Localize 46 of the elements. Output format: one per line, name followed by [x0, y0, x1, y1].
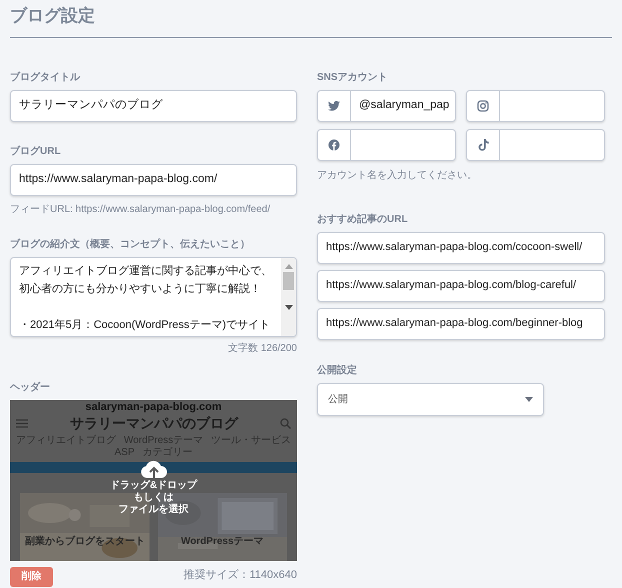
upload-text: ドラッグ&ドロップ [110, 480, 198, 492]
card-title: 副業からブログをスタート [24, 534, 145, 548]
scrollbar-thumb[interactable] [283, 272, 294, 290]
field-label: おすすめ記事のURL [317, 212, 409, 226]
menu-icon [16, 419, 28, 428]
field-label: ブログの紹介文（概要、コンセプト、伝えたいこと） [10, 237, 251, 252]
site-domain: salaryman-papa-blog.com [85, 400, 222, 414]
social-input-field[interactable]: @salaryman_pap [317, 90, 456, 122]
helper-text: フィードURL: https://www.salaryman-papa-blog.com/feed/ [10, 202, 272, 216]
upload-text: ファイルを選択 [118, 504, 188, 516]
social-input-field[interactable] [466, 90, 605, 122]
input-field[interactable]: https://www.salaryman-papa-blog.com/beginner-blog [317, 308, 605, 340]
text-line: 初心者の方にも分かりやすいように丁寧に解説！ [19, 282, 262, 296]
char-count: 文字数 126/200 [228, 342, 297, 356]
text-line: アフィリエイトブログ運営に関する記事が中心で、 [19, 264, 273, 278]
social-input-field[interactable] [466, 128, 605, 160]
field-label: ブログURL [10, 144, 62, 158]
scroll-down-icon[interactable] [284, 304, 292, 310]
social-input-field[interactable] [317, 128, 456, 160]
text-line: ・2021年5月：Cocoon(WordPressテーマ)でサイト [19, 318, 272, 332]
field-label: SNSアカウント [317, 70, 389, 84]
facebook-icon [328, 138, 340, 150]
input-field[interactable]: サラリーマンパパのブログ [10, 90, 297, 122]
size-hint: 推奨サイズ：1140x640 [183, 568, 297, 582]
twitter-icon [328, 100, 340, 110]
input-field[interactable]: https://www.salaryman-papa-blog.com/cocoon-swell/ [317, 232, 605, 264]
input-field[interactable]: https://www.salaryman-papa-blog.com/ [10, 164, 297, 196]
scrollbar-track[interactable] [281, 258, 296, 336]
scroll-up-icon[interactable] [284, 262, 292, 268]
instagram-icon [477, 100, 489, 112]
upload-cloud-icon [140, 460, 168, 480]
input-value: @salaryman_pap [359, 98, 450, 113]
site-title: サラリーマンパパのブログ [70, 414, 238, 433]
input-field[interactable]: https://www.salaryman-papa-blog.com/blog-careful/ [317, 270, 605, 302]
page-title: ブログ設定 [10, 5, 96, 27]
tiktok-icon [478, 138, 488, 150]
field-label: 公開設定 [317, 363, 358, 378]
upload-text: もしくは [134, 492, 174, 504]
visibility-select[interactable]: 公開 [317, 382, 544, 416]
textarea-field[interactable]: アフィリエイトブログ運営に関する記事が中心で、 初心者の方にも分かりやすいように丁寧に解説！ ・2021年5月：Cocoon(WordPressテーマ)でサイト [10, 256, 297, 336]
caret-icon [525, 396, 533, 402]
field-label: ブログタイトル [10, 70, 82, 84]
helper-text: アカウント名を入力してください。 [317, 168, 478, 182]
search-icon [280, 418, 291, 429]
field-label: ヘッダー [10, 380, 51, 394]
card-title: WordPressテーマ [180, 534, 264, 548]
